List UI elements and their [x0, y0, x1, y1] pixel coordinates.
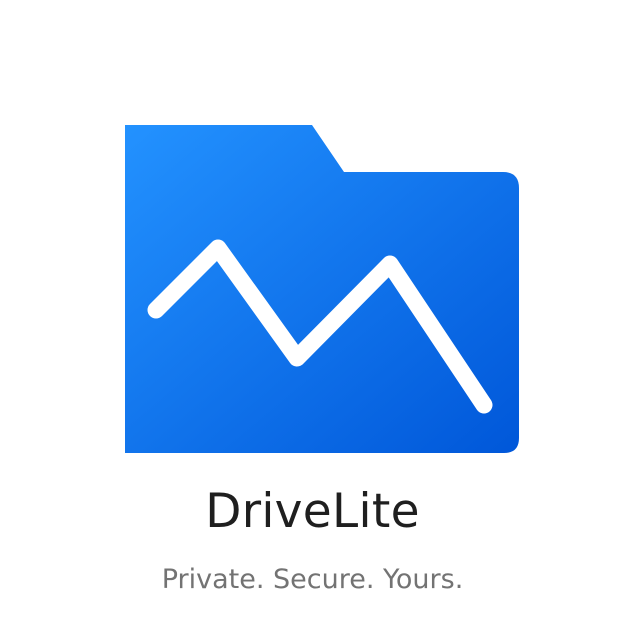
- app-tagline: Private. Secure. Yours.: [161, 564, 464, 595]
- splash-screen: DriveLite Private. Secure. Yours.: [0, 0, 625, 625]
- app-name: DriveLite: [205, 484, 420, 539]
